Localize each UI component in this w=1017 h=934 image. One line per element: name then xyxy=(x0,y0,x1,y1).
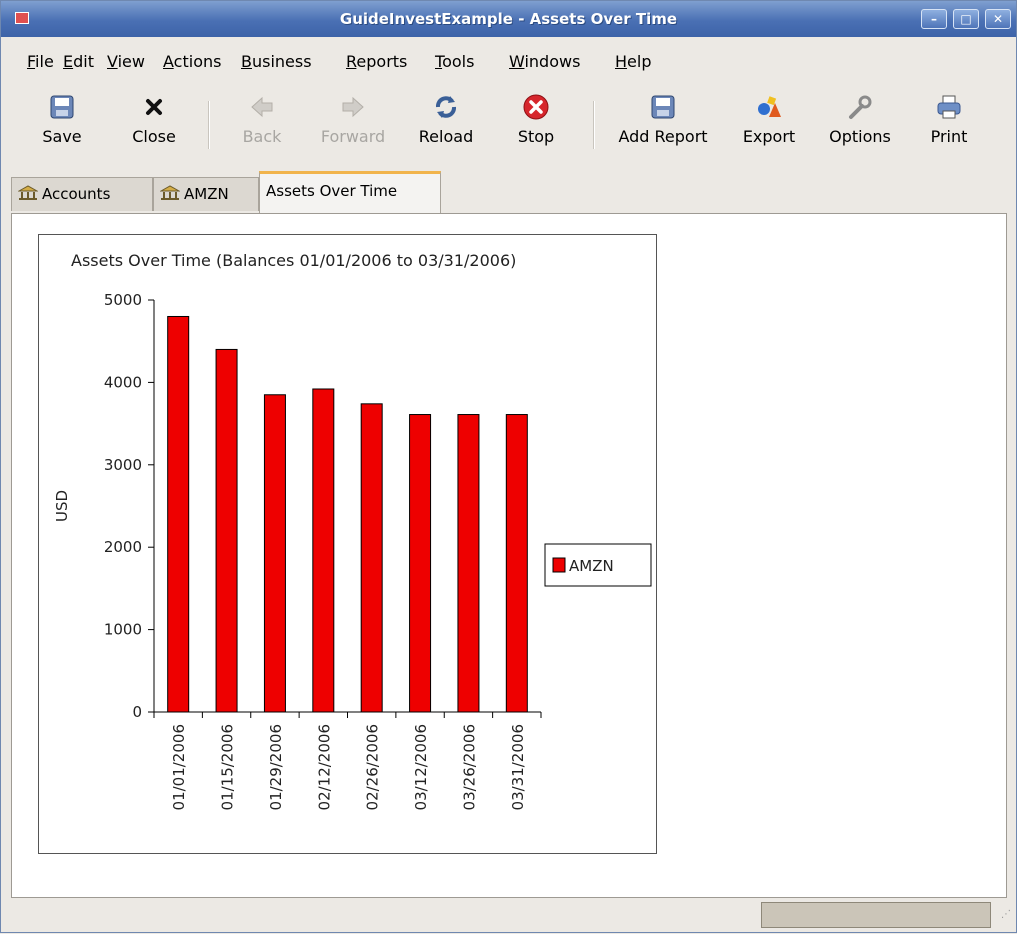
legend-label: AMZN xyxy=(569,557,614,575)
chart-bar xyxy=(167,315,190,713)
x-tick-label: 02/12/2006 xyxy=(315,724,333,810)
y-tick-label: 3000 xyxy=(104,456,142,474)
legend-swatch xyxy=(552,557,566,573)
main-window: GuideInvestExample - Assets Over Time – … xyxy=(0,0,1017,933)
chart-bar xyxy=(505,414,528,713)
x-tick-label: 01/15/2006 xyxy=(219,724,237,810)
y-tick-label: 1000 xyxy=(104,621,142,639)
chart-bar xyxy=(457,414,480,713)
progress-bar xyxy=(761,902,991,928)
chart-bar xyxy=(360,403,383,713)
bar-chart: 0 1000 2000 3000 4000 5000 USD 01/01/2006 01/15/… xyxy=(53,291,652,810)
y-tick-label: 0 xyxy=(132,703,142,721)
y-tick-label: 4000 xyxy=(104,373,142,391)
status-bar: ⋰ xyxy=(1,899,1016,932)
x-tick-label: 02/26/2006 xyxy=(364,724,382,810)
y-tick-label: 5000 xyxy=(104,291,142,309)
x-tick-label: 01/01/2006 xyxy=(170,724,188,810)
chart-bar xyxy=(215,348,238,713)
chart-bar xyxy=(409,414,432,713)
chart-bar xyxy=(312,388,335,713)
x-tick-label: 03/12/2006 xyxy=(412,724,430,810)
y-axis-label: USD xyxy=(53,490,71,522)
chart-bar xyxy=(263,394,286,713)
x-tick-label: 03/26/2006 xyxy=(460,724,478,810)
y-tick-label: 2000 xyxy=(104,538,142,556)
resize-grip[interactable]: ⋰ xyxy=(1001,909,1013,927)
x-tick-label: 03/31/2006 xyxy=(509,724,527,810)
x-tick-label: 01/29/2006 xyxy=(267,724,285,810)
